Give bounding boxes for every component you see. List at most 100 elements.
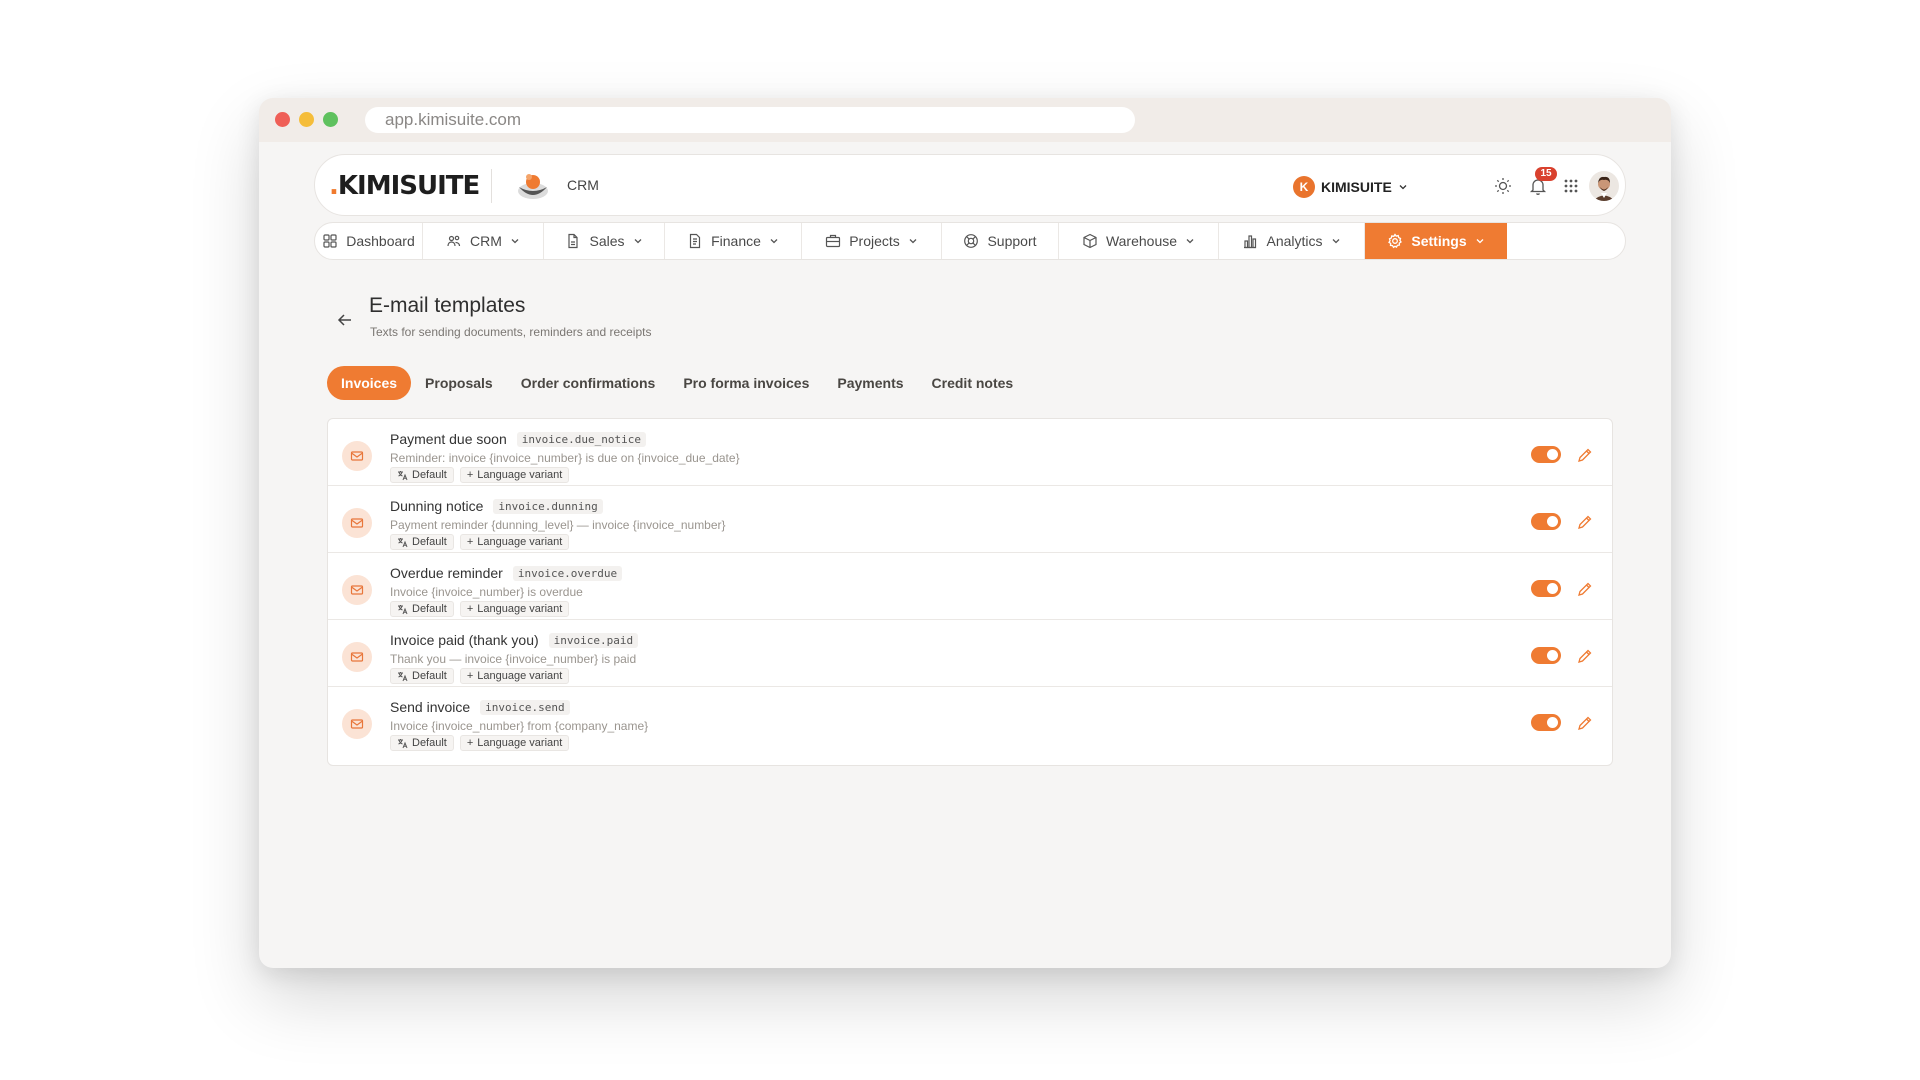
template-name: Payment due soon: [390, 431, 507, 447]
main-nav: Dashboard CRM Sales Finance Projects Sup…: [314, 222, 1626, 260]
add-language-variant-button[interactable]: + Language variant: [459, 735, 570, 751]
mail-icon: [342, 575, 372, 605]
translate-icon: [398, 738, 408, 748]
sun-icon: [1495, 178, 1511, 194]
add-language-variant-button[interactable]: + Language variant: [459, 467, 570, 483]
template-enabled-toggle[interactable]: [1531, 714, 1561, 731]
close-window-button[interactable]: [275, 112, 290, 127]
back-arrow-icon[interactable]: [335, 310, 355, 330]
add-language-variant-button[interactable]: + Language variant: [459, 601, 570, 617]
default-language-chip[interactable]: Default: [390, 668, 454, 684]
nav-item-support[interactable]: Support: [942, 223, 1059, 259]
edit-pencil-icon[interactable]: [1576, 580, 1594, 598]
chevron-down-icon: [634, 239, 641, 244]
kimisuite-logo[interactable]: .KIMISUITE: [329, 171, 480, 201]
tenant-avatar: K: [1293, 176, 1315, 198]
user-avatar[interactable]: [1589, 171, 1619, 201]
tab-payments[interactable]: Payments: [823, 366, 917, 400]
mail-icon: [342, 709, 372, 739]
template-enabled-toggle[interactable]: [1531, 513, 1561, 530]
edit-pencil-icon[interactable]: [1576, 513, 1594, 531]
tab-order-confirmations[interactable]: Order confirmations: [507, 366, 670, 400]
template-row: Dunning notice invoice.dunning Payment re…: [328, 486, 1612, 553]
tab-invoices[interactable]: Invoices: [327, 366, 412, 400]
edit-pencil-icon[interactable]: [1576, 647, 1594, 665]
tab-proposals[interactable]: Proposals: [411, 366, 507, 400]
translate-icon: [398, 604, 408, 614]
template-row: Invoice paid (thank you) invoice.paid Tha…: [328, 620, 1612, 687]
default-language-chip[interactable]: Default: [390, 601, 454, 617]
template-code: invoice.dunning: [493, 498, 603, 514]
gear-icon: [1388, 233, 1403, 249]
nav-item-projects[interactable]: Projects: [802, 223, 942, 259]
mail-icon: [342, 441, 372, 471]
default-language-chip[interactable]: Default: [390, 467, 454, 483]
add-language-variant-button[interactable]: + Language variant: [459, 534, 570, 550]
mail-icon: [342, 642, 372, 672]
edit-pencil-icon[interactable]: [1576, 714, 1594, 732]
nav-label: Settings: [1411, 233, 1467, 249]
page-subtitle: Texts for sending documents, reminders a…: [370, 325, 652, 339]
mail-icon: [342, 508, 372, 538]
nav-item-sales[interactable]: Sales: [544, 223, 665, 259]
template-code: invoice.send: [480, 699, 570, 715]
browser-titlebar: app.kimisuite.com: [259, 98, 1671, 142]
nav-item-dashboard[interactable]: Dashboard: [315, 223, 423, 259]
notifications-button[interactable]: 15: [1525, 167, 1557, 199]
app-header: .KIMISUITE CRM K KIMISUITE 15: [314, 154, 1626, 216]
nav-item-warehouse[interactable]: Warehouse: [1059, 223, 1219, 259]
nav-item-finance[interactable]: Finance: [665, 223, 802, 259]
default-language-chip[interactable]: Default: [390, 534, 454, 550]
template-subject: Thank you — invoice {invoice_number} is …: [390, 652, 637, 666]
tab-credit-notes[interactable]: Credit notes: [918, 366, 1028, 400]
plus-icon: +: [466, 737, 474, 749]
users-icon: [447, 235, 461, 247]
template-enabled-toggle[interactable]: [1531, 580, 1561, 597]
notification-count-badge: 15: [1535, 167, 1557, 181]
template-enabled-toggle[interactable]: [1531, 647, 1561, 664]
template-row: Overdue reminder invoice.overdue Invoice …: [328, 553, 1612, 620]
plus-icon: +: [466, 670, 474, 682]
template-name: Overdue reminder: [390, 565, 503, 581]
briefcase-icon: [826, 234, 841, 248]
nav-label: Dashboard: [346, 233, 415, 249]
bar-chart-icon: [1244, 235, 1257, 249]
template-row: Payment due soon invoice.due_notice Remin…: [328, 419, 1612, 486]
chevron-down-icon: [1399, 185, 1407, 190]
nav-label: CRM: [470, 233, 502, 249]
dashboard-icon: [323, 234, 337, 248]
user-avatar-image: [1589, 171, 1619, 201]
template-subject: Invoice {invoice_number} from {company_n…: [390, 719, 649, 733]
app-name: CRM: [567, 177, 599, 193]
edit-pencil-icon[interactable]: [1576, 446, 1594, 464]
apps-menu-button[interactable]: [1558, 173, 1584, 199]
template-row: Send invoice invoice.send Invoice {invoic…: [328, 687, 1612, 754]
plus-icon: +: [466, 603, 474, 615]
template-category-tabs: Invoices Proposals Order confirmations P…: [327, 366, 1027, 400]
template-enabled-toggle[interactable]: [1531, 446, 1561, 463]
maximize-window-button[interactable]: [323, 112, 338, 127]
nav-item-crm[interactable]: CRM: [423, 223, 544, 259]
grid-icon: [1564, 179, 1578, 193]
chevron-down-icon: [909, 239, 917, 244]
template-code: invoice.due_notice: [516, 431, 646, 447]
nav-item-settings[interactable]: Settings: [1365, 223, 1507, 259]
header-divider: [491, 169, 492, 203]
crm-app-icon[interactable]: [515, 169, 551, 203]
address-bar[interactable]: app.kimisuite.com: [365, 107, 1135, 133]
nav-label: Sales: [589, 233, 625, 249]
nav-item-analytics[interactable]: Analytics: [1219, 223, 1365, 259]
minimize-window-button[interactable]: [299, 112, 314, 127]
add-language-variant-button[interactable]: + Language variant: [459, 668, 570, 684]
template-name: Send invoice: [390, 699, 471, 715]
nav-label: Projects: [849, 233, 900, 249]
tenant-name: KIMISUITE: [1321, 179, 1392, 195]
default-language-chip[interactable]: Default: [390, 735, 454, 751]
nav-label: Analytics: [1266, 233, 1323, 249]
tab-pro-forma-invoices[interactable]: Pro forma invoices: [669, 366, 823, 400]
nav-label: Warehouse: [1105, 233, 1178, 249]
template-name: Dunning notice: [390, 498, 484, 514]
theme-toggle-button[interactable]: [1490, 173, 1516, 199]
tenant-switcher[interactable]: K KIMISUITE: [1293, 175, 1408, 199]
document-icon: [568, 233, 579, 249]
